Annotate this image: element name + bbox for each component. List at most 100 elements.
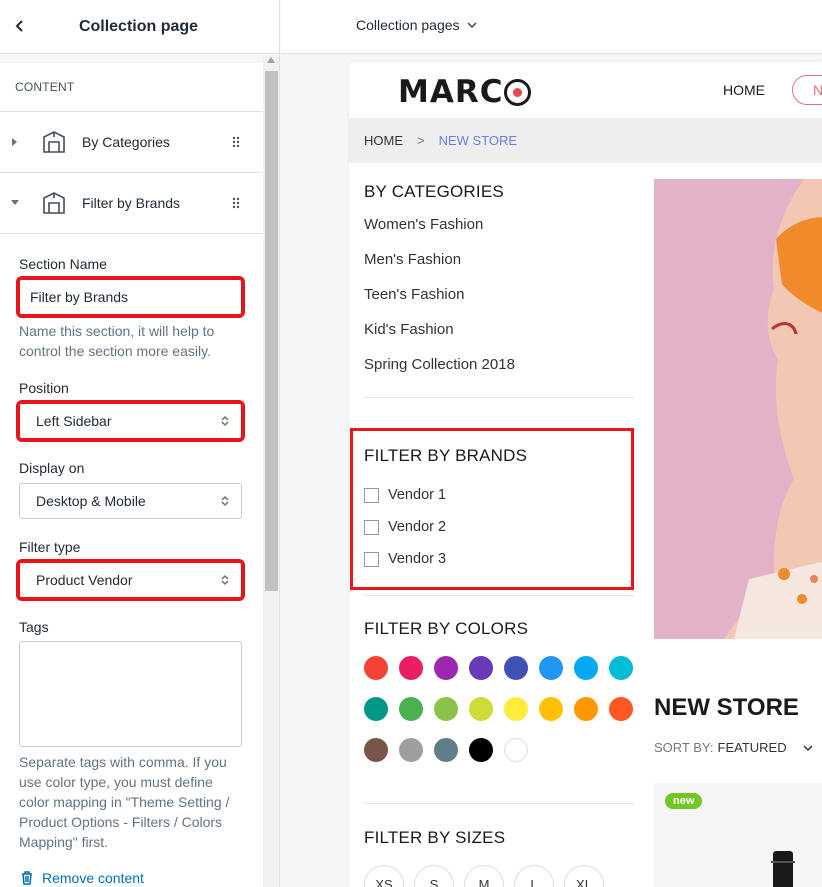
color-swatch[interactable]	[364, 738, 388, 762]
sidebar-body: CONTENT By Categories Filter by Brands S…	[0, 55, 263, 887]
color-swatch[interactable]	[574, 697, 598, 721]
size-option[interactable]: M	[464, 865, 504, 887]
page-type-dropdown[interactable]: Collection pages	[356, 17, 477, 33]
color-swatch[interactable]	[539, 656, 563, 680]
vendor-option[interactable]: Vendor 1	[364, 479, 527, 511]
sort-label: SORT BY:	[654, 740, 714, 755]
colors-title: FILTER BY COLORS	[364, 619, 529, 638]
building-icon	[43, 131, 65, 153]
select-arrows-icon	[221, 495, 229, 507]
color-swatch[interactable]	[504, 738, 528, 762]
color-swatch[interactable]	[399, 738, 423, 762]
trash-icon	[22, 871, 32, 885]
tags-textarea[interactable]	[19, 641, 242, 747]
size-option[interactable]: XS	[364, 865, 404, 887]
product-image	[771, 851, 795, 887]
nav-home-link[interactable]: HOME	[723, 82, 765, 98]
vendor-checkbox[interactable]	[364, 551, 379, 567]
breadcrumb-home[interactable]: HOME	[364, 133, 403, 148]
sidebar-title: Collection page	[78, 17, 199, 35]
brands-title: FILTER BY BRANDS	[364, 446, 528, 465]
color-swatch[interactable]	[399, 697, 423, 721]
drag-handle-icon[interactable]	[232, 197, 240, 209]
section-item-by-categories[interactable]: By Categories	[0, 112, 263, 173]
sort-dropdown[interactable]: SORT BY: FEATURED	[654, 740, 813, 755]
color-swatch[interactable]	[399, 656, 423, 680]
model-photo	[654, 179, 822, 639]
product-card[interactable]: new	[654, 783, 822, 887]
color-swatch[interactable]	[504, 656, 528, 680]
remove-content-link[interactable]: Remove content	[19, 870, 244, 886]
size-option[interactable]: XL	[564, 865, 604, 887]
filter-type-select[interactable]: Product Vendor	[16, 559, 245, 601]
color-swatch[interactable]	[434, 656, 458, 680]
categories-list: Women's Fashion Men's Fashion Teen's Fas…	[364, 216, 634, 391]
store-header: MARC HOME N	[349, 62, 822, 118]
content-header: CONTENT	[0, 55, 263, 112]
position-select[interactable]: Left Sidebar	[16, 400, 245, 442]
category-item[interactable]: Spring Collection 2018	[364, 356, 634, 391]
color-swatch[interactable]	[434, 738, 458, 762]
caret-right-icon[interactable]	[10, 137, 18, 147]
vendor-option[interactable]: Vendor 3	[364, 543, 527, 575]
size-option[interactable]: L	[514, 865, 554, 887]
size-option[interactable]: S	[414, 865, 454, 887]
tags-help: Separate tags with comma. If you use col…	[19, 754, 230, 850]
display-on-select[interactable]: Desktop & Mobile	[19, 483, 242, 519]
display-on-select-value: Desktop & Mobile	[36, 493, 146, 509]
sort-value: FEATURED	[717, 740, 787, 755]
position-label: Position	[19, 380, 69, 396]
position-select-value: Left Sidebar	[36, 413, 112, 429]
category-item[interactable]: Men's Fashion	[364, 251, 634, 286]
sidebar-scrollbar[interactable]	[263, 55, 279, 887]
collection-hero-image	[654, 179, 822, 639]
color-swatch[interactable]	[469, 697, 493, 721]
chevron-left-icon	[15, 20, 23, 32]
section-name-label: Section Name	[19, 256, 107, 272]
color-swatch[interactable]	[574, 656, 598, 680]
product-badge: new	[665, 793, 703, 809]
scroll-up-arrow-icon[interactable]	[267, 57, 275, 63]
section-item-filter-by-brands[interactable]: Filter by Brands	[0, 173, 263, 234]
color-swatch[interactable]	[539, 697, 563, 721]
color-swatch[interactable]	[609, 656, 633, 680]
color-swatch[interactable]	[609, 697, 633, 721]
nav-pill-button[interactable]: N	[792, 75, 822, 105]
color-swatch[interactable]	[469, 738, 493, 762]
color-swatch[interactable]	[504, 697, 528, 721]
vendor-option[interactable]: Vendor 2	[364, 511, 527, 543]
drag-handle-icon[interactable]	[232, 136, 240, 148]
category-item[interactable]: Kid's Fashion	[364, 321, 634, 356]
color-swatches	[364, 656, 644, 779]
page-type-label: Collection pages	[356, 17, 460, 33]
divider	[364, 397, 634, 398]
category-item[interactable]: Teen's Fashion	[364, 286, 634, 321]
store-logo[interactable]: MARC	[398, 74, 532, 110]
divider	[364, 595, 634, 596]
collection-title: NEW STORE	[654, 694, 799, 721]
remove-content-label: Remove content	[42, 870, 144, 886]
scroll-thumb[interactable]	[265, 71, 278, 591]
sidebar-header: Collection page	[0, 0, 279, 54]
theme-editor-sidebar: Collection page CONTENT By Categories Fi…	[0, 0, 280, 887]
color-swatch[interactable]	[364, 697, 388, 721]
color-swatch[interactable]	[469, 656, 493, 680]
section-name-input[interactable]: Filter by Brands	[16, 276, 245, 318]
logo-text: MARC	[398, 74, 504, 110]
category-item[interactable]: Women's Fashion	[364, 216, 634, 251]
brands-filter: FILTER BY BRANDS Vendor 1 Vendor 2 Vendo…	[364, 446, 527, 575]
caret-down-icon[interactable]	[10, 198, 20, 206]
vendor-checkbox[interactable]	[364, 487, 379, 503]
preview-topbar: Collection pages	[281, 0, 822, 54]
back-button[interactable]	[6, 12, 34, 40]
color-swatch[interactable]	[434, 697, 458, 721]
display-on-label: Display on	[19, 460, 85, 476]
chevron-down-icon	[466, 22, 477, 28]
size-options: XS S M L XL	[364, 865, 614, 887]
section-settings-form: Section Name Filter by Brands Name this …	[0, 256, 263, 886]
vendor-checkbox[interactable]	[364, 519, 379, 535]
filter-sidebar: BY CATEGORIES Women's Fashion Men's Fash…	[364, 163, 634, 398]
tags-label: Tags	[19, 619, 49, 635]
breadcrumb-separator: >	[417, 133, 425, 148]
color-swatch[interactable]	[364, 656, 388, 680]
